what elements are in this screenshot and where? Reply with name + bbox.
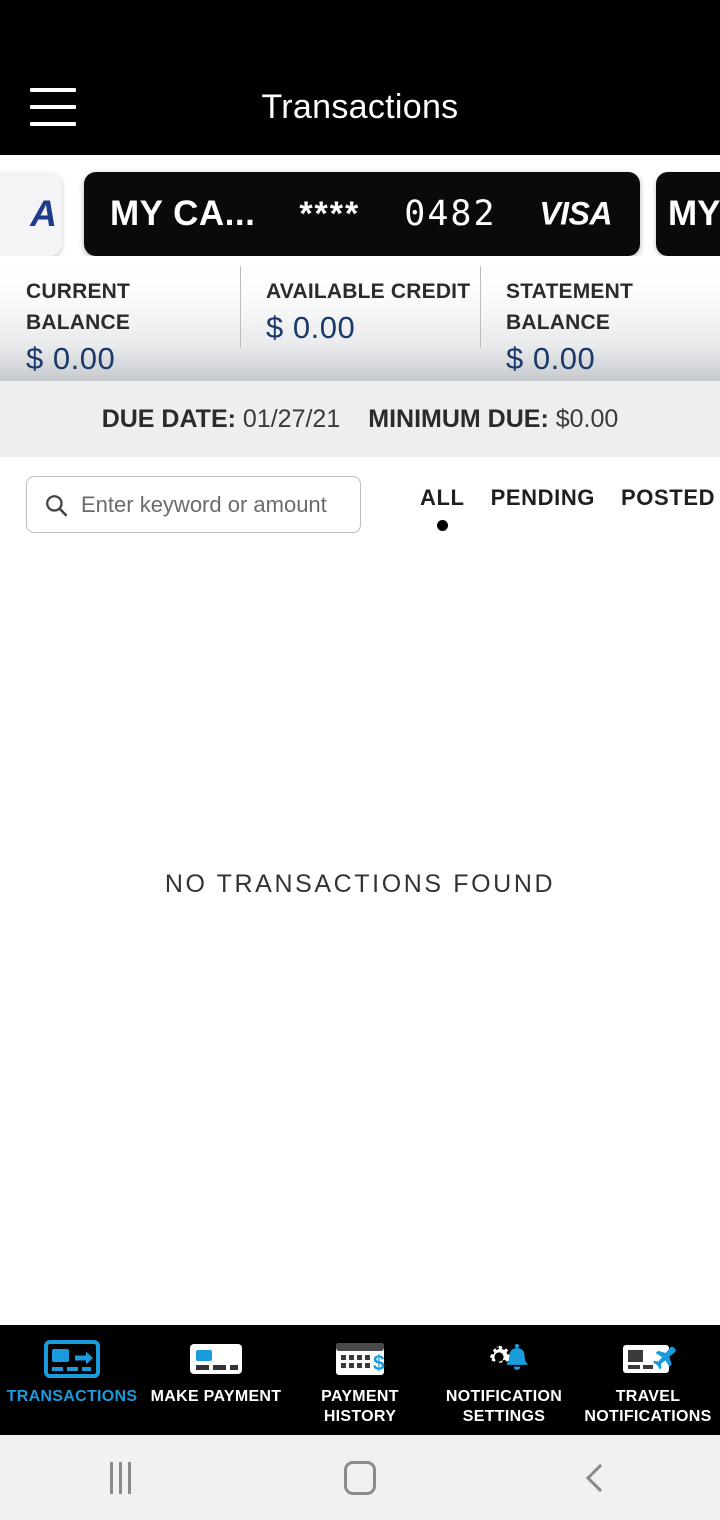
due-date: DUE DATE: 01/27/21 (102, 405, 341, 434)
tab-label: POSTED (621, 485, 716, 510)
card-previous[interactable]: A (0, 172, 62, 256)
nav-label: PAYMENT HISTORY (321, 1388, 399, 1425)
home-icon (344, 1460, 376, 1495)
card-last-four: 0482 (404, 194, 497, 234)
tab-label: ALL (420, 485, 465, 510)
search-placeholder: Enter keyword or amount (81, 491, 327, 517)
transaction-filter-tabs: ALL PENDING POSTED (420, 485, 714, 531)
nav-item-notification-settings[interactable]: NOTIFICATION SETTINGS (432, 1325, 576, 1427)
due-date-label: DUE DATE: (101, 404, 236, 433)
balance-current-balance: CURRENT BALANCE $ 0.00 (0, 256, 240, 381)
search-and-filters: Enter keyword or amount ALL PENDING POST… (0, 457, 720, 552)
balance-value: $ 0.00 (506, 341, 596, 377)
empty-state-message: NO TRANSACTIONS FOUND (164, 870, 556, 898)
nav-item-make-payment[interactable]: MAKE PAYMENT (144, 1325, 288, 1407)
app-header: Transactions (0, 60, 720, 155)
active-tab-indicator (436, 520, 448, 531)
card-nickname: MY CA... (110, 194, 256, 233)
search-input[interactable]: Enter keyword or amount (26, 476, 361, 533)
system-navigation-bar (0, 1435, 720, 1520)
visa-logo: VISA (539, 195, 612, 232)
card-current[interactable]: MY CA... **** 0482 VISA (84, 172, 640, 256)
nav-label: MAKE PAYMENT (150, 1388, 282, 1405)
card-carousel[interactable]: A MY CA... **** 0482 VISA MY (0, 155, 720, 256)
tab-all[interactable]: ALL (420, 485, 465, 531)
app-screen: Transactions A MY CA... **** 0482 VISA M… (0, 0, 720, 1520)
credit-card-icon (188, 1339, 244, 1379)
balance-value: $ 0.00 (266, 310, 356, 346)
nav-label: NOTIFICATION SETTINGS (445, 1388, 563, 1425)
bottom-navigation: TRANSACTIONS MAKE PAYMENT $ PAYMENT HIST… (0, 1325, 720, 1435)
transaction-list: NO TRANSACTIONS FOUND (0, 552, 720, 1325)
due-date-band: DUE DATE: 01/27/21 MINIMUM DUE: $0.00 (0, 381, 720, 457)
tab-pending[interactable]: PENDING (491, 485, 595, 511)
nav-label: TRAVEL NOTIFICATIONS (584, 1388, 712, 1425)
minimum-due-value: $0.00 (555, 404, 619, 433)
balance-value: $ 0.00 (26, 341, 116, 377)
nav-item-travel-notifications[interactable]: TRAVEL NOTIFICATIONS (576, 1325, 720, 1427)
balance-available-credit: AVAILABLE CREDIT $ 0.00 (240, 256, 480, 381)
card-next-nickname: MY (668, 194, 720, 233)
card-previous-logo: A (30, 193, 57, 234)
status-bar (0, 0, 720, 60)
search-icon (46, 494, 68, 516)
recents-button[interactable] (0, 1461, 240, 1494)
nav-label: TRANSACTIONS (6, 1388, 138, 1405)
minimum-due-label: MINIMUM DUE: (368, 404, 549, 433)
nav-item-transactions[interactable]: TRANSACTIONS (0, 1325, 144, 1407)
balance-statement-balance: STATEMENT BALANCE $ 0.00 (480, 256, 720, 381)
tab-posted[interactable]: POSTED (621, 485, 715, 511)
nav-item-payment-history[interactable]: $ PAYMENT HISTORY (288, 1325, 432, 1427)
card-transfer-icon (44, 1339, 100, 1379)
calendar-dollar-icon: $ (332, 1339, 388, 1379)
home-button[interactable] (240, 1460, 480, 1495)
svg-text:$: $ (373, 1352, 385, 1375)
tab-label: PENDING (490, 485, 596, 510)
card-next[interactable]: MY (656, 172, 720, 256)
card-airplane-icon (620, 1339, 676, 1379)
balance-label: STATEMENT BALANCE (506, 280, 634, 335)
balance-label: AVAILABLE CREDIT (266, 280, 471, 303)
balance-summary: CURRENT BALANCE $ 0.00 AVAILABLE CREDIT … (0, 256, 720, 381)
back-icon (585, 1463, 615, 1492)
recents-icon (109, 1461, 131, 1494)
due-date-value: 01/27/21 (242, 404, 341, 433)
back-button[interactable] (480, 1463, 720, 1492)
card-mask: **** (299, 194, 361, 233)
gear-bell-icon (476, 1339, 532, 1379)
balance-label: CURRENT BALANCE (26, 280, 131, 335)
minimum-due: MINIMUM DUE: $0.00 (368, 405, 618, 434)
page-title: Transactions (261, 88, 459, 126)
